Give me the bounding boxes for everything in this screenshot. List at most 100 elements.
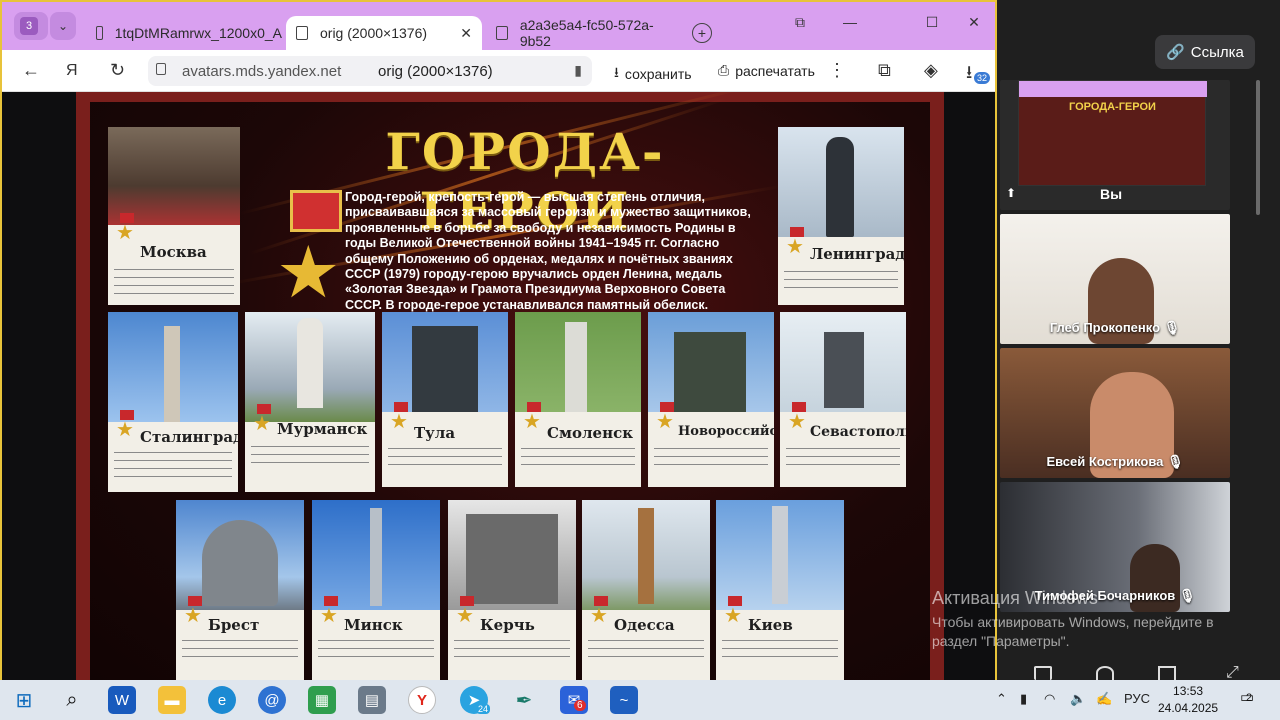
statue-silhouette [466, 514, 558, 604]
start-windows-icon[interactable]: ⊞ [10, 686, 38, 714]
close-tab-icon[interactable]: ✕ [460, 25, 472, 42]
address-host: avatars.mds.yandex.net [182, 63, 342, 80]
minimize-button[interactable]: — [840, 14, 860, 34]
wifi-icon[interactable]: ◠ [1044, 691, 1055, 707]
downloads-icon[interactable]: ⭳ [966, 60, 972, 90]
medal-icon: ★ [788, 402, 806, 432]
city-card-stalingrad: ★ Сталинград [108, 312, 238, 492]
address-page-title: orig (2000×1376) [378, 63, 493, 80]
tab-1[interactable]: 1tqDtMRamrwx_1200x0_A [86, 16, 282, 50]
card-text-line [251, 462, 369, 463]
card-text-line [654, 456, 768, 457]
save-button[interactable]: ⭳ сохранить [614, 62, 692, 86]
city-name: Керчь [480, 616, 535, 634]
card-text-line [654, 464, 768, 465]
card-text-line [318, 656, 434, 657]
statue-silhouette [824, 332, 864, 408]
windows-activation-watermark: Активация Windows Чтобы активировать Win… [932, 588, 1232, 651]
city-card-leningrad: ★ Ленинград [778, 127, 904, 305]
city-name: Новороссийск [678, 424, 774, 439]
statue-silhouette [565, 322, 587, 412]
clock[interactable]: 13:53 24.04.2025 [1158, 683, 1218, 717]
bookmarks-icon[interactable]: ⧉ [790, 14, 810, 34]
participant-tile[interactable]: Евсей Кострикова 🎙 [1000, 348, 1230, 478]
obelisk-silhouette [370, 508, 382, 606]
yandex-browser-icon[interactable]: Y [408, 686, 436, 714]
medal-icon: ★ [724, 596, 742, 626]
statue-silhouette [674, 332, 746, 412]
reload-icon[interactable]: ↻ [110, 60, 125, 81]
preview-tabbar [1019, 81, 1207, 97]
tab-3[interactable]: a2a3e5a4-fc50-572a-9b52 [486, 16, 682, 50]
tray-usb-icon[interactable]: ▮ [1020, 691, 1027, 707]
self-video-tile[interactable]: ГОРОДА-ГЕРОИ ⬆ Вы [1000, 80, 1230, 210]
card-text-line [114, 452, 232, 453]
more-menu-icon[interactable]: ⋮ [828, 60, 846, 81]
panel-scrollbar[interactable] [1256, 80, 1260, 215]
city-name: Москва [140, 243, 207, 261]
city-name: Мурманск [277, 420, 368, 438]
card-text-line [722, 640, 838, 641]
window-icon[interactable] [1158, 666, 1176, 680]
settings-icon[interactable] [1096, 666, 1114, 680]
city-name: Одесса [614, 616, 675, 634]
edge-icon[interactable]: e [208, 686, 236, 714]
yandex-logo[interactable]: Я [66, 62, 78, 80]
muted-mic-icon: 🎙 [1163, 320, 1181, 335]
mail-icon[interactable]: @ [258, 686, 286, 714]
browser-window: 3 ⌄ 1tqDtMRamrwx_1200x0_A orig (2000×137… [0, 0, 997, 680]
participant-tile[interactable]: Глеб Прокопенко 🎙 [1000, 214, 1230, 344]
poster-background: ГОРОДА-ГЕРОИ ★ Город-герой, крепость-гер… [90, 92, 930, 680]
city-card-tula: ★ Тула [382, 312, 508, 487]
back-icon[interactable]: ← [22, 60, 40, 81]
close-window-button[interactable]: ✕ [964, 14, 984, 34]
grid-view-icon[interactable] [1034, 666, 1052, 680]
card-text-line [182, 656, 298, 657]
tab-title: orig (2000×1376) [320, 25, 428, 41]
tab-2-active[interactable]: orig (2000×1376) ✕ [286, 16, 482, 50]
print-button[interactable]: ⎙ распечатать [718, 62, 815, 79]
city-card-kiev: ★ Киев [716, 500, 844, 680]
poster-image: ГОРОДА-ГЕРОИ ★ Город-герой, крепость-гер… [76, 92, 944, 680]
app-badge: 6 [574, 700, 586, 711]
card-text-line [454, 648, 570, 649]
file-explorer-icon[interactable]: ▬ [158, 686, 186, 714]
language-indicator[interactable]: РУС [1124, 691, 1150, 706]
printer-icon: ⎙ [718, 62, 730, 78]
city-card-murmansk: ★ Мурманск [245, 312, 375, 492]
obelisk-silhouette [638, 508, 654, 604]
card-text-line [114, 476, 232, 477]
whiteboard-icon[interactable]: ~ [610, 686, 638, 714]
card-text-line [114, 269, 234, 270]
download-icon: ⭳ [614, 64, 619, 80]
word-icon[interactable]: W [108, 686, 136, 714]
city-card-odessa: ★ Одесса [582, 500, 710, 680]
share-link-button[interactable]: 🔗 Ссылка [1155, 35, 1255, 69]
tab-group-counter[interactable]: 3 [14, 12, 48, 40]
card-text-line [114, 277, 234, 278]
pen-icon[interactable]: ✍ [1096, 691, 1112, 707]
tab-list-chevron-icon[interactable]: ⌄ [50, 12, 76, 40]
feather-app-icon[interactable]: ✒ [510, 686, 538, 714]
maximize-button[interactable]: ☐ [922, 14, 942, 34]
new-tab-button[interactable]: + [692, 23, 712, 43]
bookmark-icon[interactable]: ▮ [574, 62, 582, 79]
card-text-line [182, 648, 298, 649]
windows-taskbar: ⊞ ⌕ W ▬ e @ ▦ ▤ Y ➤ 24 ✒ ✉ 6 ~ ⌃ ▮ ◠ 🔈 ✍… [0, 680, 1280, 720]
excel-like-icon[interactable]: ▦ [308, 686, 336, 714]
document-icon [296, 26, 308, 40]
calculator-icon[interactable]: ▤ [358, 686, 386, 714]
tray-chevron-icon[interactable]: ⌃ [996, 691, 1007, 707]
participant-name: Евсей Кострикова 🎙 [1046, 454, 1184, 469]
address-bar[interactable]: avatars.mds.yandex.net orig (2000×1376) … [148, 56, 592, 86]
toolbar: ← Я ↻ avatars.mds.yandex.net orig (2000×… [2, 50, 995, 92]
search-icon[interactable]: ⌕ [58, 686, 86, 714]
card-text-line [182, 640, 298, 641]
card-text-line [114, 285, 234, 286]
protect-icon[interactable]: ◈ [924, 60, 938, 81]
card-text-line [786, 456, 900, 457]
collections-icon[interactable]: ⧉ [878, 60, 891, 81]
volume-icon[interactable]: 🔈 [1070, 691, 1086, 707]
card-text-line [786, 464, 900, 465]
medal-icon: ★ [523, 402, 541, 432]
